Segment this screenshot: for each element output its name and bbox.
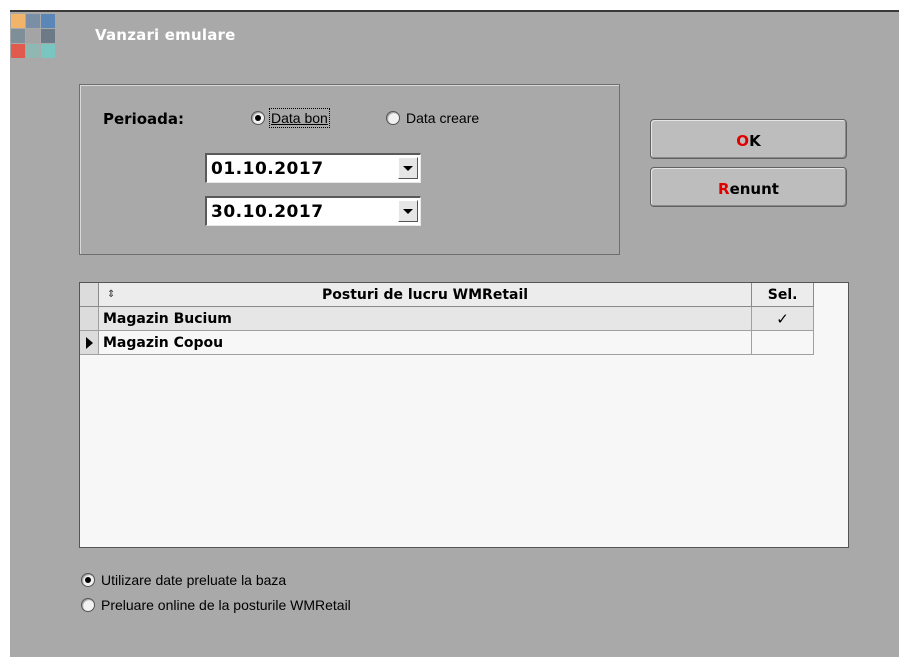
column-header-sel[interactable]: Sel.: [752, 283, 814, 306]
column-header-posturi-label: Posturi de lucru WMRetail: [322, 287, 529, 303]
row-name-cell[interactable]: Magazin Bucium: [99, 307, 753, 330]
ok-button[interactable]: OK: [650, 119, 847, 159]
radio-unchecked-icon: [386, 111, 400, 125]
radio-preluare-online-label: Preluare online de la posturile WMRetail: [101, 597, 351, 613]
workstations-grid[interactable]: ⇕ Posturi de lucru WMRetail Sel. Magazin…: [79, 282, 849, 548]
cancel-button[interactable]: Renunt: [650, 167, 847, 207]
chevron-down-icon[interactable]: [398, 157, 418, 179]
logo-tile: [11, 44, 25, 58]
cancel-label-rest: enunt: [729, 180, 779, 198]
logo-tile: [26, 14, 40, 28]
current-row-arrow-icon: [80, 331, 99, 354]
table-row[interactable]: Magazin Bucium ✓: [80, 307, 814, 331]
radio-utilizare-date-label: Utilizare date preluate la baza: [101, 572, 287, 588]
logo-tile: [41, 29, 55, 43]
date-from-value: 01.10.2017: [211, 159, 324, 179]
period-label: Perioada:: [103, 110, 184, 128]
app-logo-icon: [11, 14, 55, 58]
date-to-value: 30.10.2017: [211, 202, 324, 222]
radio-data-bon-label: Data bon: [269, 108, 330, 128]
ok-label-rest: K: [749, 132, 761, 150]
date-to-combo[interactable]: 30.10.2017: [205, 196, 421, 226]
logo-tile: [11, 29, 25, 43]
logo-tile: [41, 44, 55, 58]
radio-checked-icon: [81, 573, 95, 587]
row-sel-cell[interactable]: [752, 331, 814, 354]
radio-checked-icon: [251, 111, 265, 125]
radio-data-bon[interactable]: Data bon: [251, 108, 330, 128]
table-row[interactable]: Magazin Copou: [80, 331, 814, 355]
column-header-posturi[interactable]: ⇕ Posturi de lucru WMRetail: [98, 283, 753, 307]
row-name-cell[interactable]: Magazin Copou: [99, 331, 753, 354]
radio-preluare-online[interactable]: Preluare online de la posturile WMRetail: [81, 597, 351, 613]
cancel-hotkey-letter: R: [718, 180, 730, 198]
row-sel-checkmark-icon[interactable]: ✓: [752, 307, 814, 330]
radio-utilizare-date[interactable]: Utilizare date preluate la baza: [81, 572, 286, 588]
row-indicator: [80, 307, 99, 330]
logo-tile: [11, 14, 25, 28]
date-from-combo[interactable]: 01.10.2017: [205, 153, 421, 183]
logo-tile: [26, 29, 40, 43]
chevron-down-icon[interactable]: [398, 200, 418, 222]
dialog-window: Vanzari emulare Perioada: Data bon Data …: [10, 10, 899, 657]
logo-tile: [26, 44, 40, 58]
window-title: Vanzari emulare: [95, 26, 236, 44]
ok-hotkey-letter: O: [736, 132, 750, 150]
sort-icon[interactable]: ⇕: [107, 283, 115, 307]
grid-header: ⇕ Posturi de lucru WMRetail Sel.: [80, 283, 814, 307]
period-group: Perioada: Data bon Data creare 01.10.201…: [79, 84, 620, 255]
radio-unchecked-icon: [81, 598, 95, 612]
radio-data-creare[interactable]: Data creare: [386, 110, 479, 126]
logo-tile: [41, 14, 55, 28]
header-indicator-cell: [80, 283, 99, 306]
radio-data-creare-label: Data creare: [406, 110, 480, 126]
